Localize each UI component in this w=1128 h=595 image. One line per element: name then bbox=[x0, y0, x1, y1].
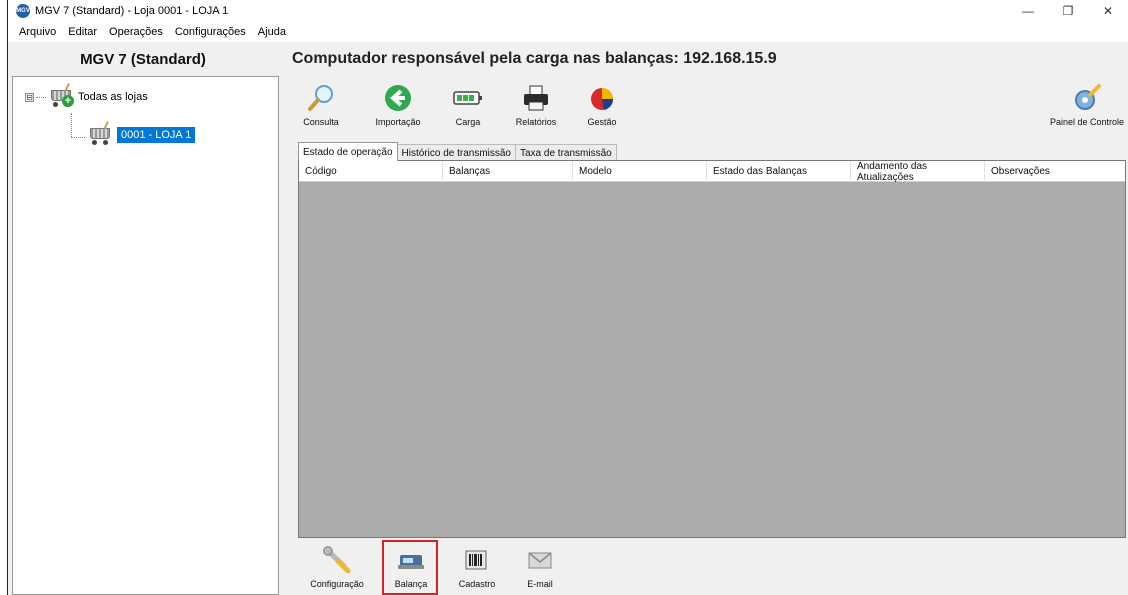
carga-label: Carga bbox=[455, 117, 481, 127]
status-grid[interactable]: Código Balanças Modelo Estado das Balanç… bbox=[298, 160, 1126, 538]
consulta-label: Consulta bbox=[303, 117, 339, 127]
cart-icon bbox=[87, 121, 113, 145]
envelope-icon bbox=[523, 544, 557, 576]
wrench-icon bbox=[320, 544, 354, 576]
column-header-modelo[interactable]: Modelo bbox=[573, 161, 707, 182]
configuracao-button[interactable]: Configuração bbox=[308, 544, 366, 589]
menu-ajuda[interactable]: Ajuda bbox=[252, 26, 292, 38]
minimize-button[interactable]: — bbox=[1008, 0, 1048, 22]
control-panel-icon bbox=[1070, 82, 1104, 114]
balanca-highlight-box bbox=[382, 540, 438, 595]
barcode-icon bbox=[460, 544, 494, 576]
column-header-estado-das-balancas[interactable]: Estado das Balanças bbox=[707, 161, 851, 182]
pie-chart-icon bbox=[585, 82, 619, 114]
menu-bar: Arquivo Editar Operações Configurações A… bbox=[8, 22, 1128, 42]
grid-header: Código Balanças Modelo Estado das Balanç… bbox=[299, 161, 1125, 183]
cart-add-icon: + bbox=[48, 83, 74, 107]
column-header-codigo[interactable]: Código bbox=[299, 161, 443, 182]
tree-connector bbox=[71, 113, 72, 137]
tab-strip: Estado de operação Histórico de transmis… bbox=[298, 142, 617, 161]
tab-estado-de-operacao[interactable]: Estado de operação bbox=[298, 142, 398, 161]
store-tree-panel: ⊟ + Todas as lojas 0001 - LOJA 1 bbox=[12, 76, 279, 595]
importacao-button[interactable]: Importação bbox=[370, 82, 426, 127]
configuracao-label: Configuração bbox=[310, 579, 364, 589]
consulta-button[interactable]: Consulta bbox=[298, 82, 344, 127]
tree-item-loja-1[interactable]: 0001 - LOJA 1 bbox=[87, 121, 196, 145]
close-button[interactable]: ✕ bbox=[1088, 0, 1128, 22]
bottom-toolbar: Configuração Balança Cadastro E-mail bbox=[298, 540, 1126, 595]
painel-de-controle-button[interactable]: Painel de Controle bbox=[1046, 82, 1128, 127]
gestao-label: Gestão bbox=[587, 117, 617, 127]
tree-collapse-icon[interactable]: ⊟ bbox=[25, 92, 34, 102]
menu-operacoes[interactable]: Operações bbox=[103, 26, 169, 38]
tree-root-node[interactable]: ⊟ + Todas as lojas bbox=[25, 83, 148, 107]
tree-item-label: 0001 - LOJA 1 bbox=[117, 127, 196, 143]
column-header-balancas[interactable]: Balanças bbox=[443, 161, 573, 182]
app-window: MGV MGV 7 (Standard) - Loja 0001 - LOJA … bbox=[7, 0, 1128, 595]
email-label: E-mail bbox=[527, 579, 553, 589]
battery-icon bbox=[451, 82, 485, 114]
magnifier-icon bbox=[304, 82, 338, 114]
menu-configuracoes[interactable]: Configurações bbox=[169, 26, 252, 38]
painel-label: Painel de Controle bbox=[1049, 117, 1125, 127]
column-header-andamento[interactable]: Andamento das Atualizações bbox=[851, 161, 985, 183]
window-title: MGV 7 (Standard) - Loja 0001 - LOJA 1 bbox=[35, 5, 229, 17]
left-panel-title: MGV 7 (Standard) bbox=[80, 50, 206, 68]
back-arrow-icon bbox=[381, 82, 415, 114]
tab-historico-de-transmissao[interactable]: Histórico de transmissão bbox=[396, 144, 516, 161]
main-header-title: Computador responsável pela carga nas ba… bbox=[292, 50, 777, 67]
tab-taxa-de-transmissao[interactable]: Taxa de transmissão bbox=[515, 144, 617, 161]
main-toolbar: Consulta Importação Carga Relatórios Ges… bbox=[298, 82, 1126, 136]
relatorios-button[interactable]: Relatórios bbox=[514, 82, 558, 127]
printer-icon bbox=[519, 82, 553, 114]
cadastro-label: Cadastro bbox=[458, 579, 496, 589]
tree-connector bbox=[36, 96, 46, 98]
relatorios-label: Relatórios bbox=[515, 117, 557, 127]
window-controls: — ❐ ✕ bbox=[1008, 0, 1128, 22]
tree-root-label: Todas as lojas bbox=[78, 91, 148, 103]
email-button[interactable]: E-mail bbox=[520, 544, 560, 589]
importacao-label: Importação bbox=[375, 117, 421, 127]
carga-button[interactable]: Carga bbox=[448, 82, 488, 127]
menu-editar[interactable]: Editar bbox=[62, 26, 103, 38]
column-header-observacoes[interactable]: Observações bbox=[985, 161, 1125, 182]
menu-arquivo[interactable]: Arquivo bbox=[13, 26, 62, 38]
cadastro-button[interactable]: Cadastro bbox=[454, 544, 500, 589]
restore-button[interactable]: ❐ bbox=[1048, 0, 1088, 22]
tree-connector bbox=[71, 137, 85, 138]
gestao-button[interactable]: Gestão bbox=[584, 82, 620, 127]
title-bar: MGV MGV 7 (Standard) - Loja 0001 - LOJA … bbox=[8, 0, 1128, 22]
app-logo-icon: MGV bbox=[16, 4, 30, 18]
